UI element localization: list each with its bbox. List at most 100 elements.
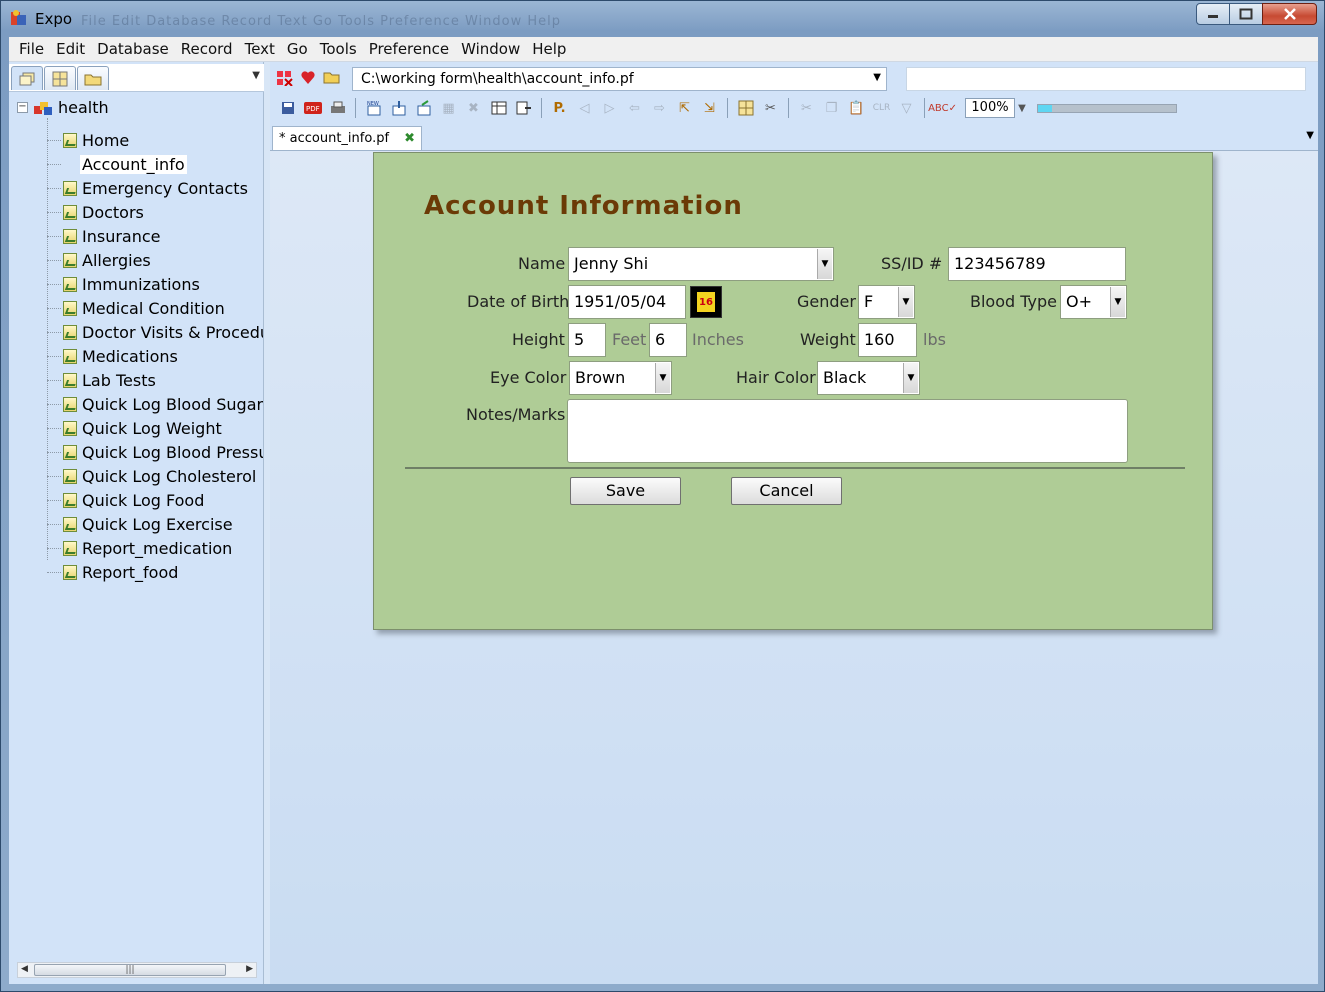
tree-item-home[interactable]: Home	[47, 128, 129, 152]
height-inches-field[interactable]: 6	[649, 323, 687, 357]
spell-check-icon[interactable]: ABC✓	[928, 97, 957, 119]
favorite-heart-icon[interactable]	[300, 70, 316, 85]
chevron-down-icon[interactable]: ▼	[873, 72, 881, 83]
first-record-icon[interactable]: ◁	[572, 97, 597, 119]
menu-edit[interactable]: Edit	[50, 40, 91, 58]
paste-icon[interactable]: 📋	[844, 97, 869, 119]
page-setup-icon[interactable]: P.	[547, 97, 572, 119]
blood-type-select[interactable]: O+ ▼	[1060, 285, 1127, 319]
file-path-combo[interactable]: C:\working form\health\account_info.pf ▼	[352, 67, 887, 91]
tree-item-report-medication[interactable]: Report_medication	[47, 536, 232, 560]
zoom-input[interactable]: 100%	[965, 98, 1015, 118]
weight-field[interactable]: 160	[858, 323, 917, 357]
tree-item-report-food[interactable]: Report_food	[47, 560, 178, 584]
tab-forms[interactable]	[11, 66, 43, 90]
duplicate-record-icon[interactable]: ▦	[436, 97, 461, 119]
menu-go[interactable]: Go	[281, 40, 314, 58]
tree-horizontal-scrollbar[interactable]: ◀ ||| ▶	[17, 962, 257, 978]
tree-item-medical-condition[interactable]: Medical Condition	[47, 296, 225, 320]
layout-grid-icon[interactable]	[733, 97, 758, 119]
notes-textarea[interactable]	[567, 399, 1128, 463]
table-view-icon[interactable]	[486, 97, 511, 119]
clear-icon[interactable]: CLR	[869, 97, 894, 119]
record-list-icon[interactable]	[511, 97, 536, 119]
panel-menu-icon[interactable]: ▼	[252, 70, 260, 81]
scroll-left-icon[interactable]: ◀	[21, 964, 28, 974]
close-form-icon[interactable]	[276, 70, 294, 86]
tree-item-quick-log-weight[interactable]: Quick Log Weight	[47, 416, 222, 440]
export-record-icon[interactable]	[411, 97, 436, 119]
menu-text[interactable]: Text	[239, 40, 281, 58]
tree-root[interactable]: − health	[17, 96, 109, 118]
tree-item-insurance[interactable]: Insurance	[47, 224, 161, 248]
form-edit-icon[interactable]: ✂	[758, 97, 783, 119]
forward-icon[interactable]: ⇨	[647, 97, 672, 119]
tab-grid[interactable]	[44, 66, 76, 90]
chevron-down-icon[interactable]: ▼	[655, 363, 670, 393]
hair-color-value: Black	[823, 368, 867, 387]
tree-item-doctor-visits[interactable]: Doctor Visits & Procedur	[47, 320, 263, 344]
scrollbar-thumb[interactable]: |||	[34, 964, 226, 976]
ssid-field[interactable]: 123456789	[948, 247, 1126, 281]
open-folder-icon[interactable]	[323, 70, 341, 85]
zoom-slider[interactable]	[1037, 103, 1177, 113]
cancel-button[interactable]: Cancel	[731, 477, 842, 505]
new-record-icon[interactable]: NEW	[361, 97, 386, 119]
tree-item-doctors[interactable]: Doctors	[47, 200, 144, 224]
tree-item-immunizations[interactable]: Immunizations	[47, 272, 200, 296]
gender-select[interactable]: F ▼	[858, 285, 915, 319]
close-button[interactable]	[1262, 3, 1317, 25]
menu-file[interactable]: File	[13, 40, 50, 58]
menu-database[interactable]: Database	[91, 40, 175, 58]
menu-preference[interactable]: Preference	[363, 40, 455, 58]
tab-folder[interactable]	[77, 66, 109, 90]
go-first-icon[interactable]: ⇱	[672, 97, 697, 119]
tree-item-quick-log-blood-sugar[interactable]: Quick Log Blood Sugar	[47, 392, 263, 416]
tab-list-icon[interactable]: ▼	[1306, 130, 1314, 141]
dropdown-icon[interactable]: ▽	[894, 97, 919, 119]
back-icon[interactable]: ⇦	[622, 97, 647, 119]
chevron-down-icon[interactable]: ▼	[903, 363, 918, 393]
eye-color-select[interactable]: Brown ▼	[569, 361, 672, 395]
search-input[interactable]	[906, 67, 1306, 91]
zoom-dropdown-icon[interactable]: ▼	[1015, 97, 1029, 119]
dob-field[interactable]: 1951/05/04	[568, 285, 686, 319]
tree-item-emergency-contacts[interactable]: Emergency Contacts	[47, 176, 248, 200]
tree-item-quick-log-cholesterol[interactable]: Quick Log Cholesterol	[47, 464, 256, 488]
tab-account-info[interactable]: * account_info.pf ✖	[272, 126, 422, 150]
calendar-button[interactable]: 16	[690, 286, 722, 318]
chevron-down-icon[interactable]: ▼	[898, 287, 913, 317]
chevron-down-icon[interactable]: ▼	[1110, 287, 1125, 317]
tree-item-quick-log-exercise[interactable]: Quick Log Exercise	[47, 512, 233, 536]
height-feet-field[interactable]: 5	[568, 323, 606, 357]
copy-icon[interactable]: ❐	[819, 97, 844, 119]
chevron-down-icon[interactable]: ▼	[817, 249, 832, 279]
prev-record-icon[interactable]: ▷	[597, 97, 622, 119]
database-icon	[34, 102, 52, 115]
tree-item-quick-log-blood-pressure[interactable]: Quick Log Blood Pressur	[47, 440, 263, 464]
delete-record-icon[interactable]: ✖	[461, 97, 486, 119]
close-tab-icon[interactable]: ✖	[404, 131, 415, 146]
tree-item-medications[interactable]: Medications	[47, 344, 178, 368]
pdf-icon[interactable]: PDF	[300, 97, 325, 119]
tree-item-lab-tests[interactable]: Lab Tests	[47, 368, 156, 392]
save-icon[interactable]	[275, 97, 300, 119]
import-record-icon[interactable]	[386, 97, 411, 119]
save-button[interactable]: Save	[570, 477, 681, 505]
collapse-icon[interactable]: −	[17, 101, 28, 113]
menu-tools[interactable]: Tools	[314, 40, 363, 58]
menu-help[interactable]: Help	[526, 40, 572, 58]
print-icon[interactable]	[325, 97, 350, 119]
tree-item-account-info[interactable]: Account_info	[47, 152, 187, 176]
scroll-right-icon[interactable]: ▶	[246, 964, 253, 974]
name-combo[interactable]: Jenny Shi ▼	[568, 247, 834, 281]
hair-color-select[interactable]: Black ▼	[817, 361, 920, 395]
menu-window[interactable]: Window	[455, 40, 526, 58]
minimize-button[interactable]	[1196, 3, 1230, 25]
tree-item-quick-log-food[interactable]: Quick Log Food	[47, 488, 204, 512]
go-last-icon[interactable]: ⇲	[697, 97, 722, 119]
tree-item-allergies[interactable]: Allergies	[47, 248, 151, 272]
cut-icon[interactable]: ✂	[794, 97, 819, 119]
maximize-button[interactable]	[1229, 3, 1263, 25]
menu-record[interactable]: Record	[175, 40, 239, 58]
